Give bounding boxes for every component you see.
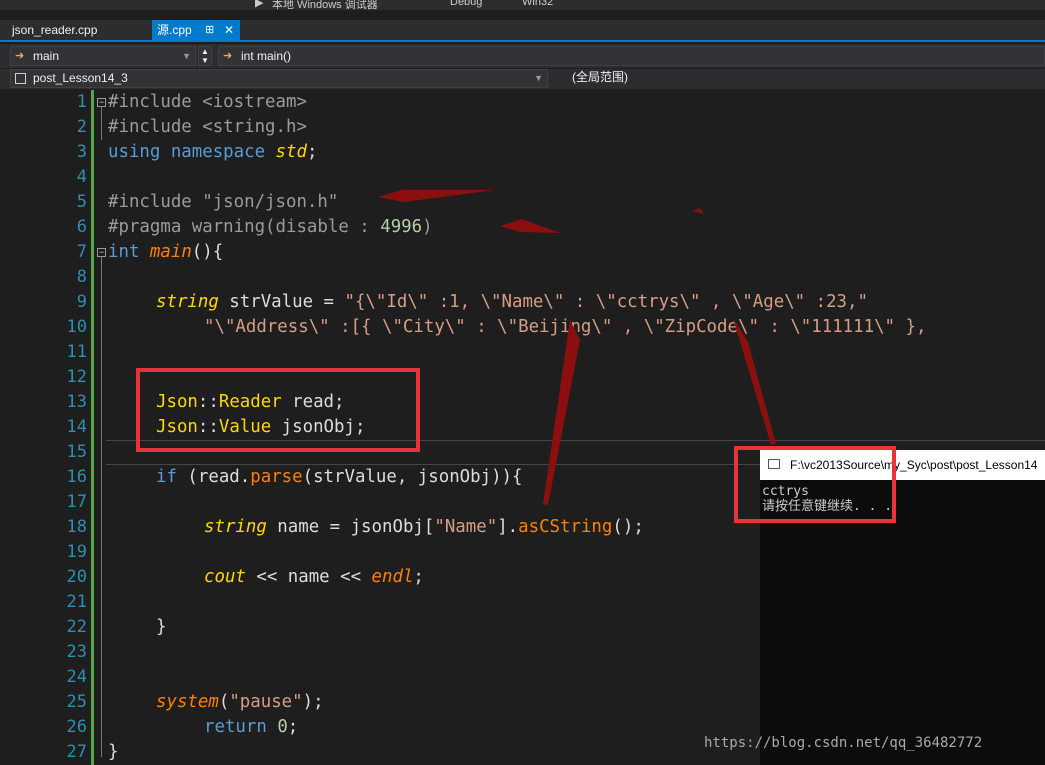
code-line-10: "\"Address\" :[{ \"City\" : \"Beijing\" … xyxy=(204,317,927,337)
code-line-18: string name = jsonObj["Name"].asCString(… xyxy=(204,517,644,537)
line-number: 10 xyxy=(66,317,87,337)
project-icon xyxy=(15,73,26,84)
line-number: 21 xyxy=(66,592,87,612)
code-line-9: string strValue = "{\"Id\" :1, \"Name\" … xyxy=(156,292,868,312)
line-number: 9 xyxy=(76,292,87,312)
code-line-25: system("pause"); xyxy=(156,692,324,712)
line-number: 12 xyxy=(66,367,87,387)
line-number: 15 xyxy=(66,442,87,462)
code-line-3: using namespace std; xyxy=(108,142,318,162)
code-line-27: } xyxy=(108,742,119,762)
chevron-down-icon: ▼ xyxy=(182,51,191,61)
chevron-down-icon: ▼ xyxy=(534,73,543,83)
line-number: 19 xyxy=(66,542,87,562)
scope-dropdown-value: main xyxy=(33,49,60,63)
annotation-box-console-output xyxy=(734,446,896,523)
line-number: 13 xyxy=(66,392,87,412)
line-number: 2 xyxy=(76,117,87,137)
line-number: 23 xyxy=(66,642,87,662)
line-number: 4 xyxy=(76,167,87,187)
navigation-bar: ➜ main ▼ ▲ ▼ ➜ int main() xyxy=(0,44,1045,68)
global-scope-label: (全局范围) xyxy=(572,70,628,84)
fold-toggle-icon[interactable]: − xyxy=(97,248,106,257)
fold-guide xyxy=(101,107,102,140)
member-dropdown[interactable]: ➜ int main() xyxy=(218,46,1045,66)
pin-icon[interactable]: ⊞ xyxy=(205,20,214,40)
line-number: 1 xyxy=(76,92,87,112)
line-number: 3 xyxy=(76,142,87,162)
run-icon[interactable]: ▶ xyxy=(255,0,263,9)
line-number: 20 xyxy=(66,567,87,587)
project-dropdown[interactable]: post_Lesson14_3 ▼ xyxy=(10,69,548,88)
line-number: 22 xyxy=(66,617,87,637)
fold-toggle-icon[interactable]: − xyxy=(97,98,106,107)
arrow-icon: ➜ xyxy=(223,50,233,62)
scope-spin-button[interactable]: ▲ ▼ xyxy=(198,46,212,66)
line-number: 24 xyxy=(66,667,87,687)
fold-guide xyxy=(101,257,102,757)
code-line-22: } xyxy=(156,617,167,637)
line-number: 7 xyxy=(76,242,87,262)
code-line-16: if (read.parse(strValue, jsonObj)){ xyxy=(156,467,523,487)
line-number: 18 xyxy=(66,517,87,537)
line-number: 16 xyxy=(66,467,87,487)
run-debugger-button[interactable]: 本地 Windows 调试器 xyxy=(272,0,378,10)
tab-source-active[interactable]: 源.cpp ⊞ ✕ xyxy=(152,20,240,40)
global-scope-dropdown[interactable]: (全局范围) xyxy=(550,69,1045,88)
code-line-1: #include <iostream> xyxy=(108,92,307,112)
project-name: post_Lesson14_3 xyxy=(33,71,128,85)
line-number: 27 xyxy=(66,742,87,762)
watermark: https://blog.csdn.net/qq_36482772 xyxy=(704,735,983,751)
project-bar: post_Lesson14_3 ▼ (全局范围) xyxy=(0,69,1045,89)
code-line-2: #include <string.h> xyxy=(108,117,307,137)
tab-label: 源.cpp xyxy=(157,23,192,37)
line-number: 25 xyxy=(66,692,87,712)
configuration-dropdown[interactable]: Debug xyxy=(450,0,482,8)
tab-label: json_reader.cpp xyxy=(12,23,98,37)
code-line-6: #pragma warning(disable : 4996) xyxy=(108,217,433,237)
tab-accent-line xyxy=(0,40,1045,42)
close-icon[interactable]: ✕ xyxy=(224,20,234,40)
line-number: 8 xyxy=(76,267,87,287)
document-tab-bar: json_reader.cpp 源.cpp ⊞ ✕ xyxy=(0,20,1045,42)
scope-dropdown[interactable]: ➜ main ▼ xyxy=(10,46,196,66)
arrow-icon: ➜ xyxy=(15,50,25,62)
line-number: 11 xyxy=(66,342,87,362)
top-toolbar: ▶ 本地 Windows 调试器 Debug Win32 xyxy=(0,0,1045,10)
code-line-26: return 0; xyxy=(204,717,299,737)
code-line-20: cout << name << endl; xyxy=(204,567,424,587)
tab-json-reader[interactable]: json_reader.cpp xyxy=(6,20,103,40)
line-number: 6 xyxy=(76,217,87,237)
annotation-box-json-declarations xyxy=(136,368,420,452)
line-number: 5 xyxy=(76,192,87,212)
change-tracking-bar xyxy=(91,90,94,765)
member-dropdown-value: int main() xyxy=(241,49,292,63)
line-number: 17 xyxy=(66,492,87,512)
code-line-7: int main(){ xyxy=(108,242,224,262)
line-number: 14 xyxy=(66,417,87,437)
code-line-5: #include "json/json.h" xyxy=(108,192,339,212)
platform-dropdown[interactable]: Win32 xyxy=(522,0,553,8)
line-number: 26 xyxy=(66,717,87,737)
